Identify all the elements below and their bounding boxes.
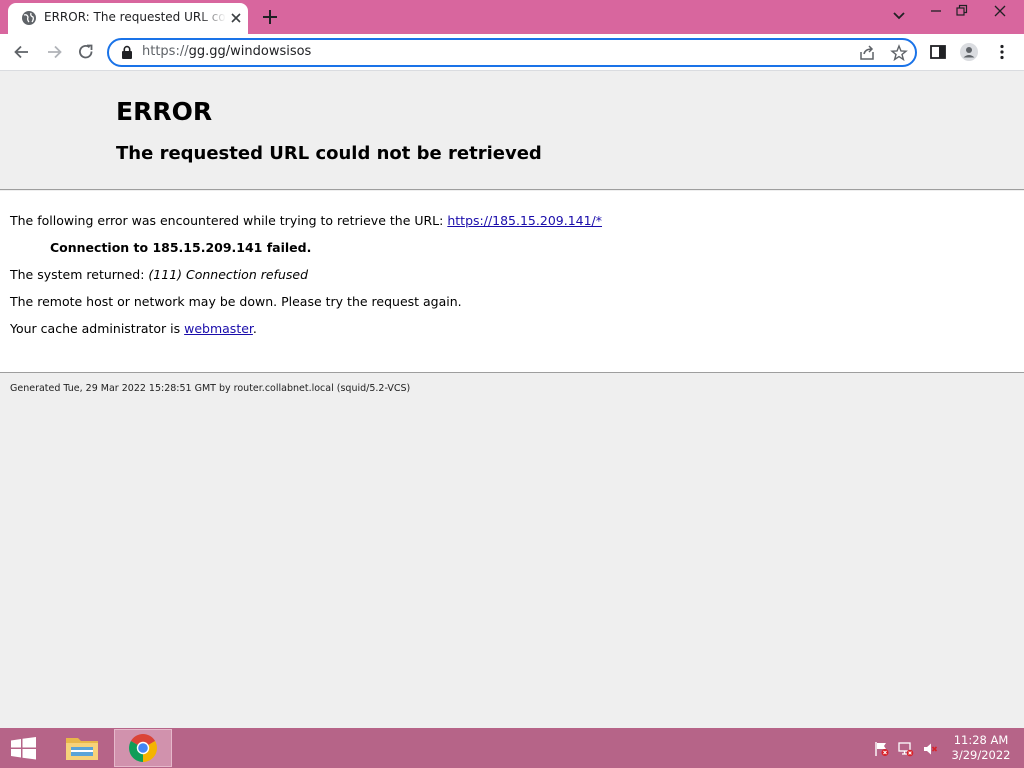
clock-date: 3/29/2022: [951, 748, 1011, 762]
address-bar[interactable]: https://gg.gg/windowsisos: [107, 38, 917, 67]
side-panel-icon[interactable]: [928, 42, 948, 62]
close-window-icon[interactable]: [992, 0, 1008, 22]
error-body: The following error was encountered whil…: [0, 191, 1024, 373]
forward-arrow-icon[interactable]: [44, 42, 64, 62]
url-host-path: gg.gg/windowsisos: [188, 44, 312, 59]
share-icon[interactable]: [858, 44, 876, 62]
tab-search-chevron-down-icon[interactable]: [890, 9, 908, 31]
error-header: ERROR The requested URL could not be ret…: [0, 71, 1024, 190]
reload-icon[interactable]: [76, 42, 96, 62]
windows-start-icon[interactable]: [0, 728, 48, 768]
close-tab-icon[interactable]: [228, 10, 244, 26]
system-returned-line: The system returned: (111) Connection re…: [10, 267, 308, 282]
windows-taskbar: 11:28 AM 3/29/2022: [0, 728, 1024, 768]
url-text[interactable]: https://gg.gg/windowsisos: [142, 44, 311, 59]
web-page: ERROR The requested URL could not be ret…: [0, 71, 1024, 728]
clock-time: 11:28 AM: [953, 733, 1009, 747]
system-returned-value: (111) Connection refused: [148, 267, 308, 282]
url-scheme: https://: [142, 44, 189, 59]
webmaster-link[interactable]: webmaster: [184, 321, 253, 336]
system-clock[interactable]: 11:28 AM 3/29/2022: [948, 733, 1014, 763]
tab-title: ERROR: The requested URL could not be re…: [44, 10, 226, 24]
generated-footer: Generated Tue, 29 Mar 2022 15:28:51 GMT …: [10, 383, 411, 394]
file-explorer-icon[interactable]: [54, 729, 112, 767]
bookmark-star-icon[interactable]: [890, 44, 908, 62]
volume-muted-icon[interactable]: [922, 741, 938, 757]
profile-avatar-icon[interactable]: [959, 42, 979, 62]
browser-tab[interactable]: ERROR: The requested URL could not be re…: [8, 3, 248, 34]
failed-url-link[interactable]: https://185.15.209.141/*: [447, 213, 602, 228]
browser-titlebar: ERROR: The requested URL could not be re…: [0, 0, 1024, 34]
lock-icon[interactable]: [120, 45, 134, 60]
chrome-icon[interactable]: [114, 729, 172, 767]
cache-admin-text: Your cache administrator is: [10, 321, 185, 336]
cache-admin-line: Your cache administrator is webmaster.: [10, 321, 257, 336]
back-arrow-icon[interactable]: [12, 42, 32, 62]
system-returned-label: The system returned:: [10, 267, 149, 282]
intro-line: The following error was encountered whil…: [10, 213, 602, 228]
page-subtitle: The requested URL could not be retrieved: [116, 143, 542, 164]
action-center-flag-icon[interactable]: [874, 741, 890, 757]
minimize-icon[interactable]: [929, 0, 943, 22]
network-icon[interactable]: [898, 741, 914, 757]
browser-toolbar: https://gg.gg/windowsisos: [0, 34, 1024, 71]
new-tab-icon[interactable]: [259, 6, 281, 28]
intro-text: The following error was encountered whil…: [10, 213, 448, 228]
failure-message: Connection to 185.15.209.141 failed.: [50, 240, 312, 255]
restore-icon[interactable]: [955, 0, 969, 22]
page-title: ERROR: [116, 97, 213, 126]
kebab-menu-icon[interactable]: [992, 42, 1012, 62]
globe-icon: [21, 10, 37, 26]
remote-host-line: The remote host or network may be down. …: [10, 294, 462, 309]
cache-admin-period: .: [252, 321, 257, 336]
